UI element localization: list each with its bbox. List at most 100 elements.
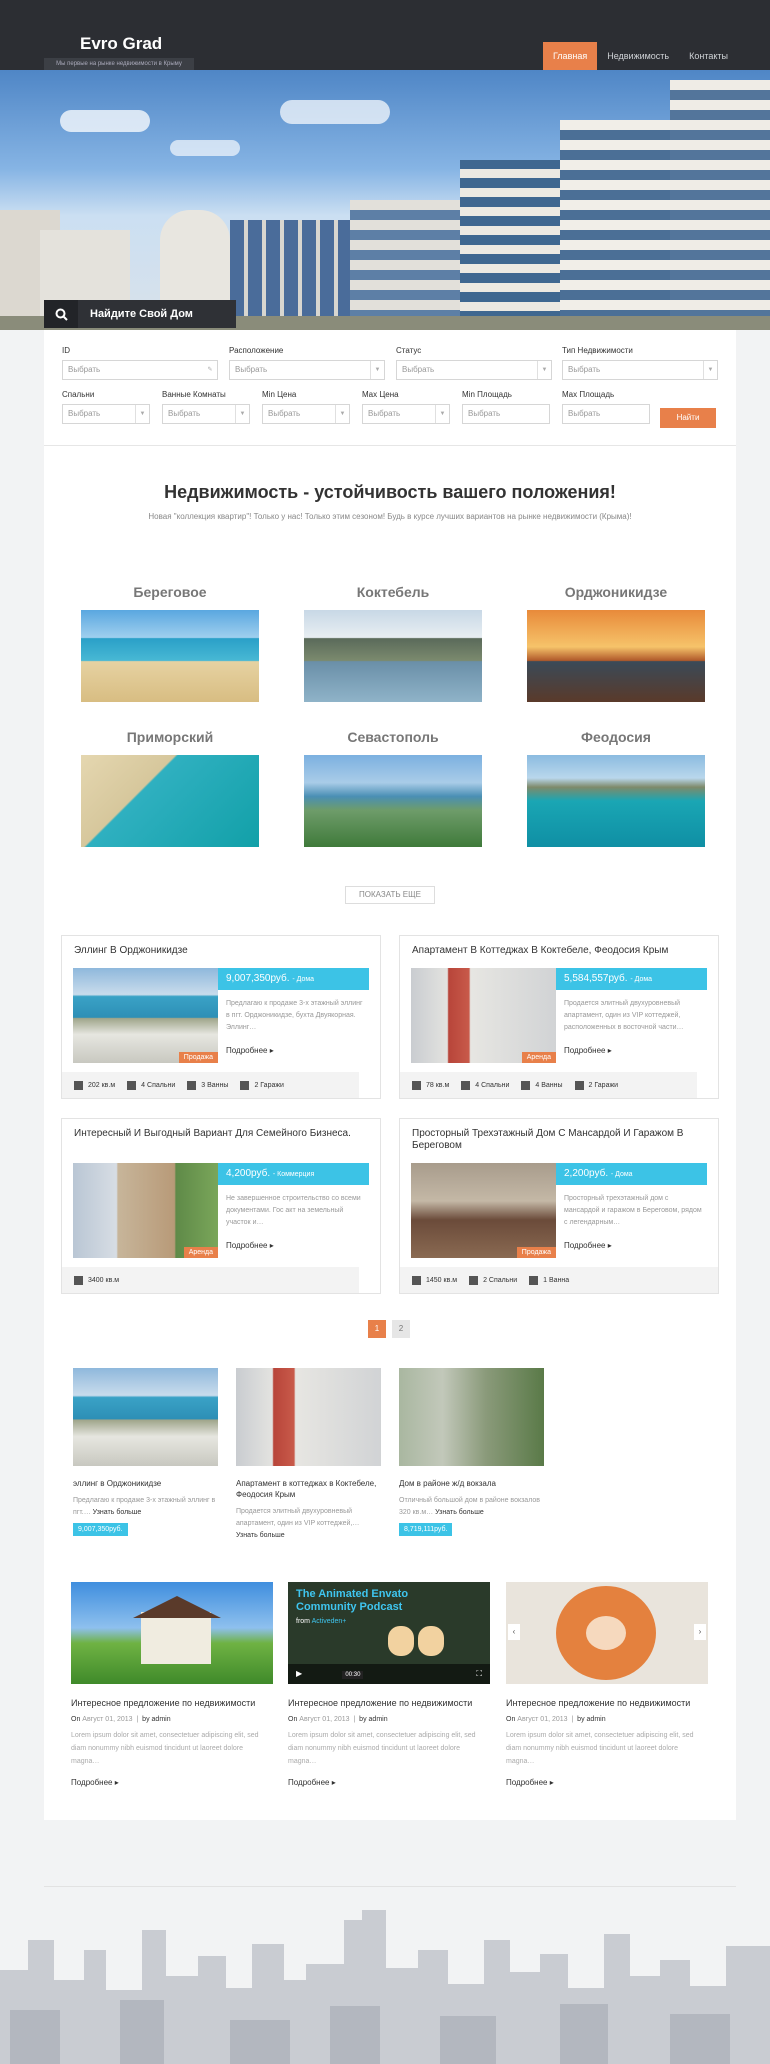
building [670, 80, 770, 330]
search-form: ID Выбрать ✎ Расположение Выбрать ▼ Статус… [44, 330, 736, 446]
status-select[interactable]: Выбрать ▼ [396, 360, 552, 380]
post-author[interactable]: admin [369, 1716, 388, 1723]
recent-more-link[interactable]: Узнать больше [93, 1509, 142, 1516]
post-by: by [142, 1716, 150, 1723]
beds-feature: 4 Спальни [127, 1080, 175, 1090]
post-title[interactable]: Интересное предложение по недвижимости [71, 1698, 273, 1708]
min-area-input[interactable]: Выбрать [462, 404, 550, 424]
video-player[interactable]: The Animated Envato Community Podcast fr… [288, 1582, 490, 1684]
post-author[interactable]: admin [587, 1716, 606, 1723]
recent-item[interactable]: Апартамент в коттеджах в Коктебеле, Феод… [236, 1368, 381, 1542]
listing-photo[interactable]: Аренда [73, 1163, 218, 1258]
nav-home[interactable]: Главная [542, 42, 598, 70]
type-field: Тип Недвижимости Выбрать ▼ [562, 346, 718, 380]
id-field: ID Выбрать ✎ [62, 346, 218, 380]
bath-icon [529, 1275, 539, 1285]
chevron-left-icon[interactable]: ‹ [508, 1624, 520, 1640]
area-value: 1450 кв.м [426, 1276, 458, 1284]
listing-title[interactable]: Апартамент В Коттеджах В Коктебеле, Феод… [412, 945, 668, 957]
recent-photo[interactable] [73, 1368, 218, 1466]
listing-price: 9,007,350руб. - Дома [218, 968, 369, 990]
nav-realty[interactable]: Недвижимость [597, 42, 679, 70]
recent-title[interactable]: эллинг в Орджоникидзе [73, 1478, 218, 1489]
character-shape [388, 1626, 414, 1656]
find-button[interactable]: Найти [660, 408, 716, 428]
nav-contacts[interactable]: Контакты [679, 42, 738, 70]
play-icon[interactable]: ▶ [296, 1669, 302, 1678]
find-home-bar[interactable]: Найдите Свой Дом [44, 300, 236, 328]
city-photo [81, 610, 259, 702]
max-area-label: Max Площадь [562, 390, 615, 399]
recent-desc: Продается элитный двухуровневый апартаме… [236, 1508, 360, 1527]
recent-photo[interactable] [399, 1368, 544, 1466]
beds-value: 4 Спальни [475, 1081, 510, 1089]
area-feature: 202 кв.м [74, 1080, 115, 1090]
cloud [170, 140, 240, 156]
city-card[interactable]: Орджоникидзе [527, 584, 705, 702]
price-value: 4,200руб. [226, 1168, 271, 1179]
city-card[interactable]: Береговое [81, 584, 259, 702]
city-card[interactable]: Приморский [81, 729, 259, 847]
type-select[interactable]: Выбрать ▼ [562, 360, 718, 380]
bedrooms-value: Выбрать [68, 409, 101, 418]
video-author[interactable]: Activeden+ [312, 1618, 347, 1625]
listing-photo[interactable]: Продажа [73, 968, 218, 1063]
post-read-more[interactable]: Подробнее ▸ [71, 1778, 273, 1787]
city-card[interactable]: Коктебель [304, 584, 482, 702]
recent-photo[interactable] [236, 1368, 381, 1466]
post-title[interactable]: Интересное предложение по недвижимости [288, 1698, 490, 1708]
post-date: Август 01, 2013 [82, 1716, 133, 1723]
read-more-link[interactable]: Подробнее ▸ [226, 1241, 274, 1250]
building [230, 220, 350, 330]
listing-features: 78 кв.м 4 Спальни 4 Ванны 2 Гаражи [400, 1072, 697, 1098]
character-shape [418, 1626, 444, 1656]
bedrooms-label: Спальни [62, 390, 95, 399]
city-card[interactable]: Феодосия [527, 729, 705, 847]
read-more-link[interactable]: Подробнее ▸ [564, 1046, 612, 1055]
min-price-select[interactable]: Выбрать ▼ [262, 404, 350, 424]
read-more-link[interactable]: Подробнее ▸ [226, 1046, 274, 1055]
site-logo[interactable]: Evro Grad [80, 34, 162, 54]
show-more-button[interactable]: ПОКАЗАТЬ ЕЩЕ [345, 886, 435, 904]
recent-more-link[interactable]: Узнать больше [236, 1530, 381, 1542]
post-title[interactable]: Интересное предложение по недвижимости [506, 1698, 708, 1708]
id-select[interactable]: Выбрать ✎ [62, 360, 218, 380]
fullscreen-icon[interactable]: ⛶ [476, 1664, 482, 1684]
listing-title[interactable]: Интересный И Выгодный Вариант Для Семейн… [74, 1128, 364, 1140]
post-read-more[interactable]: Подробнее ▸ [506, 1778, 708, 1787]
page-1-button[interactable]: 1 [368, 1320, 386, 1338]
recent-desc: Предлагаю к продаже 3-х этажный эллинг в… [73, 1495, 218, 1519]
max-price-select[interactable]: Выбрать ▼ [362, 404, 450, 424]
listing-photo[interactable]: Продажа [411, 1163, 556, 1258]
baths-feature: 3 Ванны [187, 1080, 228, 1090]
post-photo[interactable] [71, 1582, 273, 1684]
recent-title[interactable]: Апартамент в коттеджах в Коктебеле, Феод… [236, 1478, 381, 1500]
recent-more-link[interactable]: Узнать больше [435, 1509, 484, 1516]
location-select[interactable]: Выбрать ▼ [229, 360, 385, 380]
listing-photo[interactable]: Аренда [411, 968, 556, 1063]
city-name: Коктебель [356, 584, 430, 600]
read-more-link[interactable]: Подробнее ▸ [564, 1241, 612, 1250]
area-icon [74, 1275, 83, 1285]
bedrooms-select[interactable]: Выбрать ▼ [62, 404, 150, 424]
max-area-input[interactable]: Выбрать [562, 404, 650, 424]
cursor-icon: ✎ [207, 367, 213, 373]
recent-item[interactable]: Дом в районе ж/д вокзала Отличный большо… [399, 1368, 544, 1536]
area-feature: 1450 кв.м [412, 1275, 458, 1285]
listing-title[interactable]: Эллинг В Орджоникидзе [74, 945, 188, 957]
recent-title[interactable]: Дом в районе ж/д вокзала [399, 1478, 544, 1489]
post-photo[interactable]: ‹ › [506, 1582, 708, 1684]
min-price-label: Min Цена [262, 390, 297, 399]
baths-select[interactable]: Выбрать ▼ [162, 404, 250, 424]
post-read-more[interactable]: Подробнее ▸ [288, 1778, 490, 1787]
listing-title[interactable]: Просторный Трехэтажный Дом С Мансардой И… [412, 1128, 712, 1152]
price-value: 9,007,350руб. [226, 973, 290, 984]
post-author[interactable]: admin [152, 1716, 171, 1723]
page-2-button[interactable]: 2 [392, 1320, 410, 1338]
chevron-right-icon[interactable]: › [694, 1624, 706, 1640]
recent-item[interactable]: эллинг в Орджоникидзе Предлагаю к продаж… [73, 1368, 218, 1536]
status-field: Статус Выбрать ▼ [396, 346, 552, 380]
city-card[interactable]: Севастополь [304, 729, 482, 847]
building [350, 200, 460, 330]
chevron-down-icon: ▼ [135, 405, 149, 423]
